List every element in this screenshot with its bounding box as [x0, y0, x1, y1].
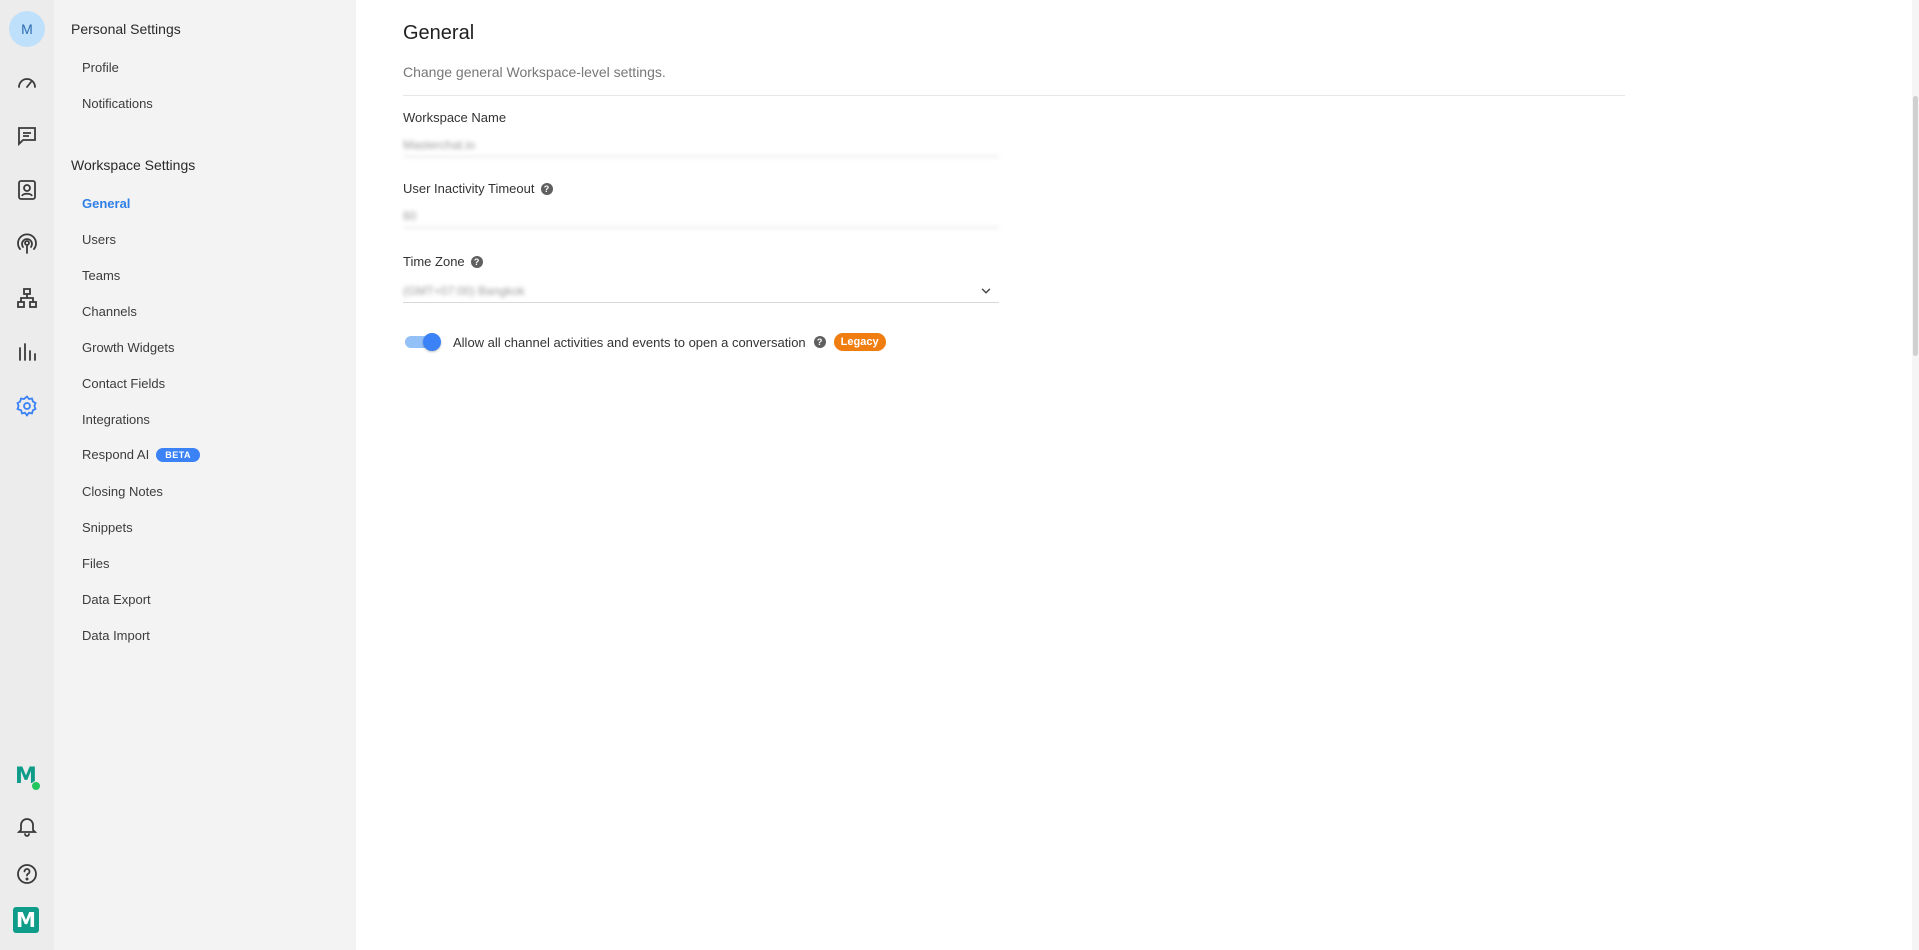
help-icon[interactable]: ?: [540, 182, 553, 195]
scrollbar-thumb[interactable]: [1913, 96, 1918, 356]
inactivity-timeout-label: User Inactivity Timeout ?: [403, 181, 553, 196]
sidebar-item-channels[interactable]: Channels: [82, 304, 137, 319]
beta-badge: BETA: [156, 447, 201, 462]
sidebar-item-contact-fields[interactable]: Contact Fields: [82, 376, 165, 391]
help-icon[interactable]: ?: [470, 255, 483, 268]
sidebar-item-general[interactable]: General: [82, 196, 130, 211]
time-zone-select[interactable]: (GMT+07:00) Bangkok: [403, 280, 999, 303]
time-zone-value: (GMT+07:00) Bangkok: [403, 284, 525, 298]
icon-rail: M M M: [0, 0, 54, 950]
bell-icon[interactable]: [13, 812, 41, 840]
sidebar-item-data-import[interactable]: Data Import: [82, 628, 150, 643]
brand-logo-icon[interactable]: M: [13, 907, 39, 933]
toggle-label: Allow all channel activities and events …: [453, 334, 806, 350]
sidebar-item-files[interactable]: Files: [82, 556, 109, 571]
workflows-icon[interactable]: [13, 284, 41, 312]
header-divider: [403, 95, 1625, 96]
settings-sidebar: Personal Settings Profile Notifications …: [54, 0, 356, 950]
contacts-icon[interactable]: [13, 176, 41, 204]
reports-icon[interactable]: [13, 338, 41, 366]
broadcast-icon[interactable]: [13, 230, 41, 258]
settings-icon[interactable]: [13, 392, 41, 420]
time-zone-label: Time Zone ?: [403, 254, 483, 269]
sidebar-item-data-export[interactable]: Data Export: [82, 592, 151, 607]
sidebar-item-growth-widgets[interactable]: Growth Widgets: [82, 340, 174, 355]
inactivity-timeout-input[interactable]: [403, 205, 999, 228]
toggle-thumb: [423, 333, 441, 351]
sidebar-item-label: Respond AI: [82, 447, 150, 462]
app-root: M M M Personal Settings Profile Notifica…: [0, 0, 1919, 950]
online-status-dot: [31, 781, 41, 791]
workspace-settings-heading: Workspace Settings: [71, 157, 196, 173]
sidebar-item-teams[interactable]: Teams: [82, 268, 120, 283]
chevron-down-icon: [981, 288, 991, 294]
page-title: General: [403, 22, 475, 44]
main-content: General Change general Workspace-level s…: [356, 0, 1919, 950]
messages-icon[interactable]: [13, 122, 41, 150]
sidebar-item-integrations[interactable]: Integrations: [82, 412, 150, 427]
conversation-toggle[interactable]: [403, 332, 441, 352]
brand-status-icon[interactable]: M: [13, 764, 41, 791]
inactivity-timeout-label-text: User Inactivity Timeout: [403, 181, 535, 196]
page-subtitle: Change general Workspace-level settings.: [403, 64, 666, 80]
conversation-toggle-row: Allow all channel activities and events …: [403, 332, 886, 352]
help-icon[interactable]: ?: [813, 336, 826, 348]
legacy-badge: Legacy: [833, 333, 886, 351]
sidebar-item-respond-ai[interactable]: Respond AI BETA: [82, 447, 201, 462]
help-icon[interactable]: [13, 860, 41, 888]
dashboard-icon[interactable]: [13, 68, 41, 96]
scrollbar[interactable]: [1912, 0, 1919, 950]
sidebar-item-profile[interactable]: Profile: [82, 60, 119, 75]
sidebar-item-closing-notes[interactable]: Closing Notes: [82, 484, 163, 499]
sidebar-item-snippets[interactable]: Snippets: [82, 520, 133, 535]
time-zone-label-text: Time Zone: [403, 254, 465, 269]
user-avatar[interactable]: M: [9, 11, 45, 47]
personal-settings-heading: Personal Settings: [71, 21, 181, 37]
sidebar-item-users[interactable]: Users: [82, 232, 116, 247]
sidebar-item-notifications[interactable]: Notifications: [82, 96, 153, 111]
workspace-name-input[interactable]: [403, 134, 999, 157]
workspace-name-label: Workspace Name: [403, 110, 507, 125]
